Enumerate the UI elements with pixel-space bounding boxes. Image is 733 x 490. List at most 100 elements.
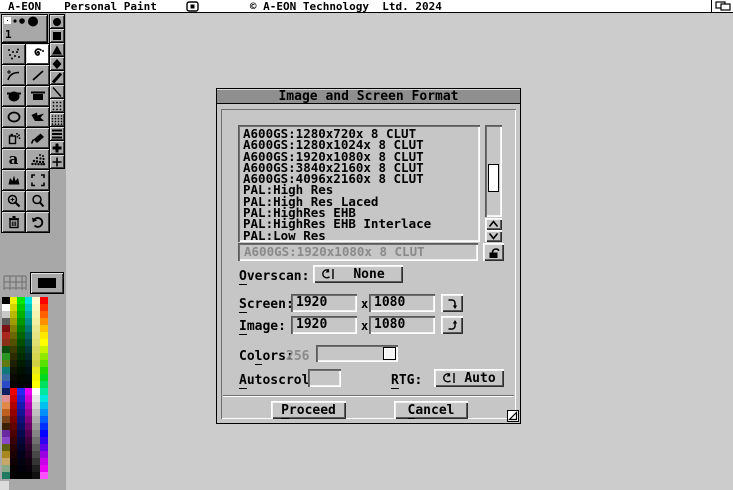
brush-crown-tool[interactable]	[2, 170, 25, 190]
palette-swatch[interactable]	[17, 458, 25, 465]
palette-swatch[interactable]	[32, 444, 40, 451]
palette-swatch[interactable]	[10, 430, 18, 437]
dither-tool[interactable]	[26, 149, 49, 169]
undo-tool[interactable]	[26, 212, 49, 232]
palette-swatch[interactable]	[2, 465, 10, 472]
palette-swatch[interactable]	[40, 318, 48, 325]
palette-swatch[interactable]	[40, 451, 48, 458]
palette-swatch[interactable]	[17, 409, 25, 416]
palette-swatch[interactable]	[40, 360, 48, 367]
palette-swatch[interactable]	[2, 339, 10, 346]
cancel-button[interactable]: Cancel	[394, 401, 468, 419]
palette-swatch[interactable]	[10, 339, 18, 346]
palette-swatch[interactable]	[10, 451, 18, 458]
spray-can-tool[interactable]	[2, 128, 25, 148]
freehand-tool[interactable]	[26, 44, 49, 64]
palette-swatch[interactable]	[2, 332, 10, 339]
palette-swatch[interactable]	[32, 297, 40, 304]
palette-swatch[interactable]	[25, 318, 33, 325]
palette-swatch[interactable]	[2, 311, 10, 318]
palette-swatch[interactable]	[17, 416, 25, 423]
palette-swatch[interactable]	[17, 423, 25, 430]
palette-swatch[interactable]	[10, 332, 18, 339]
filled-rect-tool[interactable]	[26, 86, 49, 106]
palette-swatch[interactable]	[40, 297, 48, 304]
mode-lock-button[interactable]	[483, 243, 504, 261]
menu-item-app-title[interactable]: Personal Paint	[64, 0, 157, 13]
palette-swatch[interactable]	[2, 423, 10, 430]
palette-swatch[interactable]	[32, 423, 40, 430]
palette-swatch[interactable]	[25, 465, 33, 472]
screen-copy-down-button[interactable]	[441, 294, 463, 312]
palette-swatch[interactable]	[25, 346, 33, 353]
palette-swatch[interactable]	[2, 374, 10, 381]
brush-dots-dense[interactable]	[50, 113, 64, 126]
palette-swatch[interactable]	[17, 367, 25, 374]
palette-swatch[interactable]	[32, 318, 40, 325]
curve-tool[interactable]	[2, 65, 25, 85]
palette-swatch[interactable]	[2, 360, 10, 367]
palette-swatch[interactable]	[10, 458, 18, 465]
palette-corner-swatch[interactable]	[0, 481, 9, 490]
palette-swatch[interactable]	[17, 360, 25, 367]
palette-swatch[interactable]	[32, 311, 40, 318]
palette-swatch[interactable]	[25, 374, 33, 381]
palette-swatch[interactable]	[10, 325, 18, 332]
palette-swatch[interactable]	[32, 430, 40, 437]
palette-swatch[interactable]	[32, 332, 40, 339]
palette-swatch[interactable]	[32, 472, 40, 479]
text-tool[interactable]: a	[2, 149, 25, 169]
magnify-tool[interactable]	[26, 191, 49, 211]
palette-swatch[interactable]	[10, 367, 18, 374]
palette-swatch[interactable]	[17, 444, 25, 451]
palette-swatch[interactable]	[40, 353, 48, 360]
rtg-cycle-button[interactable]: Auto	[434, 369, 504, 387]
palette-swatch[interactable]	[17, 381, 25, 388]
brush-slash-thick[interactable]	[50, 71, 64, 84]
palette-swatch[interactable]	[17, 395, 25, 402]
palette-swatch[interactable]	[2, 402, 10, 409]
trash-tool[interactable]	[2, 212, 25, 232]
palette-swatch[interactable]	[40, 346, 48, 353]
palette-swatch[interactable]	[2, 395, 10, 402]
palette-swatch[interactable]	[2, 409, 10, 416]
palette-swatch[interactable]	[2, 472, 10, 479]
palette-swatch[interactable]	[17, 311, 25, 318]
palette-swatch[interactable]	[17, 318, 25, 325]
palette-swatch[interactable]	[32, 458, 40, 465]
palette-swatch[interactable]	[25, 416, 33, 423]
fill-wedge-tool[interactable]	[26, 128, 49, 148]
palette-swatch[interactable]	[32, 437, 40, 444]
palette-swatch[interactable]	[2, 353, 10, 360]
palette-swatch[interactable]	[17, 332, 25, 339]
palette-swatch[interactable]	[25, 353, 33, 360]
palette-swatch[interactable]	[25, 444, 33, 451]
palette-swatch[interactable]	[17, 430, 25, 437]
palette-swatch[interactable]	[17, 451, 25, 458]
palette-swatch[interactable]	[32, 353, 40, 360]
palette-grid-icon[interactable]	[2, 274, 28, 292]
palette-swatch[interactable]	[10, 465, 18, 472]
palette-swatch[interactable]	[10, 402, 18, 409]
display-mode-scrollbar[interactable]	[485, 125, 502, 217]
polygon-tool[interactable]	[26, 107, 49, 127]
palette-swatch[interactable]	[40, 374, 48, 381]
palette-swatch[interactable]	[17, 402, 25, 409]
palette-swatch[interactable]	[32, 325, 40, 332]
palette-swatch[interactable]	[17, 353, 25, 360]
scroll-up-button[interactable]	[485, 218, 502, 230]
proceed-button[interactable]: Proceed	[271, 401, 346, 419]
overscan-cycle-button[interactable]: None	[313, 265, 403, 283]
palette-swatch[interactable]	[40, 437, 48, 444]
brush-size-selector[interactable]: 1	[1, 14, 48, 43]
palette-swatch[interactable]	[10, 297, 18, 304]
palette-swatch[interactable]	[40, 423, 48, 430]
palette-swatch[interactable]	[40, 304, 48, 311]
palette-swatch[interactable]	[25, 332, 33, 339]
brush-cross-thin[interactable]	[50, 155, 64, 168]
palette-swatch[interactable]	[40, 388, 48, 395]
palette-swatch[interactable]	[17, 465, 25, 472]
scrollbar-thumb[interactable]	[488, 164, 499, 192]
palette-swatch[interactable]	[40, 458, 48, 465]
screen-width-field[interactable]: 1920	[291, 294, 357, 312]
